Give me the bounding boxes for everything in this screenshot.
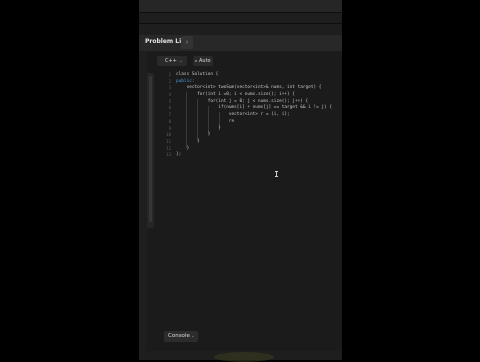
leetcode-panel: Problem List › bbox=[139, 0, 342, 360]
line-number: 2 bbox=[168, 78, 171, 84]
auto-label: Auto bbox=[199, 58, 211, 64]
language-label: C++ bbox=[165, 58, 177, 64]
text-cursor-icon bbox=[275, 171, 278, 177]
bottom-glow bbox=[214, 352, 274, 362]
code-content[interactable]: class Solution { public: vector<int> two… bbox=[176, 72, 332, 159]
editor-scrollbar-thumb[interactable] bbox=[149, 76, 152, 222]
chevron-down-icon: ⌄ bbox=[178, 58, 183, 64]
code-line: } bbox=[176, 132, 211, 138]
tab-bar: Problem List › bbox=[139, 35, 342, 51]
line-number-gutter: 1 2 3 4 5 6 7 8 9 10 11 12 13 bbox=[157, 72, 171, 159]
line-number: 12 bbox=[166, 145, 171, 151]
divider bbox=[139, 12, 342, 13]
dot-icon bbox=[195, 60, 197, 62]
line-number: 4 bbox=[168, 92, 171, 98]
line-number: 9 bbox=[168, 125, 171, 131]
code-line-active: re bbox=[176, 118, 235, 124]
auto-button[interactable]: Auto bbox=[193, 56, 213, 66]
line-number: 5 bbox=[168, 98, 171, 104]
console-button[interactable]: Console ⌄ bbox=[164, 331, 198, 342]
code-line: } bbox=[176, 138, 200, 144]
line-number: 3 bbox=[168, 85, 171, 91]
chevron-right-icon[interactable]: › bbox=[181, 36, 193, 49]
line-number: 11 bbox=[166, 138, 171, 144]
line-number: 7 bbox=[168, 112, 171, 118]
top-strip bbox=[139, 0, 342, 12]
chevron-down-icon: ⌄ bbox=[190, 333, 195, 339]
code-line: }; bbox=[176, 152, 182, 158]
language-select[interactable]: C++ ⌄ bbox=[157, 56, 187, 66]
console-label: Console bbox=[168, 333, 190, 339]
divider bbox=[139, 23, 342, 24]
line-number: 1 bbox=[168, 72, 171, 77]
line-number: 10 bbox=[166, 132, 171, 138]
line-number: 8 bbox=[168, 118, 171, 124]
code-line: } bbox=[176, 145, 190, 151]
line-number: 13 bbox=[166, 152, 171, 158]
code-line: vector<int> r = {i, i}; bbox=[176, 112, 290, 118]
code-line: for(int i =0; i < nums.size(); i++) { bbox=[176, 92, 295, 98]
line-number: 6 bbox=[168, 105, 171, 111]
code-line: class Solution { bbox=[176, 72, 219, 77]
